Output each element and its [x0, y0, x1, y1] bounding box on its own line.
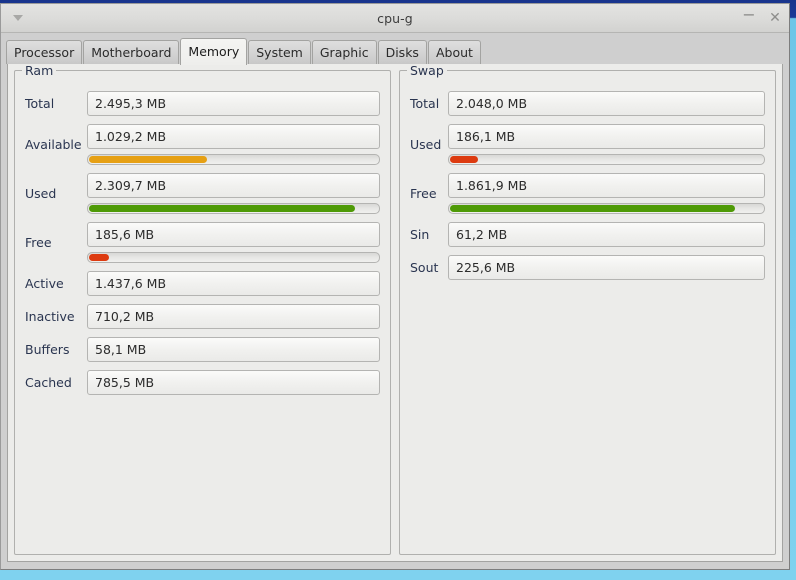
swap-fieldcol-total: 2.048,0 MB — [448, 91, 765, 116]
desktop-background: cpu-g − ✕ Processor Motherboard Memory Syst… — [0, 0, 796, 580]
swap-progressbar-used — [448, 154, 765, 165]
tab-about[interactable]: About — [427, 40, 481, 64]
swap-row-total: Total 2.048,0 MB — [410, 91, 765, 116]
ram-row-cached: Cached 785,5 MB — [25, 370, 380, 395]
swap-groupbox: Swap Total 2.048,0 MB Used 186,1 MB Free 1.86… — [399, 63, 776, 555]
ram-value-cached[interactable]: 785,5 MB — [87, 370, 380, 395]
tab-motherboard[interactable]: Motherboard — [83, 40, 180, 64]
ram-label-available: Available — [25, 137, 82, 152]
swap-row-sout: Sout 225,6 MB — [410, 255, 765, 280]
tab-system[interactable]: System — [248, 40, 311, 64]
swap-value-sout[interactable]: 225,6 MB — [448, 255, 765, 280]
ram-fieldcol-cached: 785,5 MB — [87, 370, 380, 395]
ram-label-buffers: Buffers — [25, 342, 70, 357]
swap-label-free: Free — [410, 186, 437, 201]
progress-fill — [89, 205, 355, 212]
progress-fill — [450, 156, 479, 163]
close-button[interactable]: ✕ — [767, 10, 783, 26]
tab-panel-memory: Ram Total 2.495,3 MB Available 1.029,2 MB Us… — [7, 63, 783, 562]
ram-fieldcol-active: 1.437,6 MB — [87, 271, 380, 296]
window-titlebar: cpu-g − ✕ — [1, 4, 789, 33]
ram-label-used: Used — [25, 186, 57, 201]
ram-value-inactive[interactable]: 710,2 MB — [87, 304, 380, 329]
ram-label-active: Active — [25, 276, 64, 291]
caret-down-icon — [13, 15, 23, 21]
swap-label-sout: Sout — [410, 260, 439, 275]
swap-label-total: Total — [410, 96, 440, 111]
ram-fieldcol-available: 1.029,2 MB — [87, 124, 380, 165]
window-title: cpu-g — [377, 10, 413, 26]
swap-label-sin: Sin — [410, 227, 430, 242]
ram-value-buffers[interactable]: 58,1 MB — [87, 337, 380, 362]
ram-fieldcol-total: 2.495,3 MB — [87, 91, 380, 116]
ram-label-free: Free — [25, 235, 52, 250]
swap-fieldcol-sin: 61,2 MB — [448, 222, 765, 247]
ram-groupbox-legend: Ram — [22, 63, 57, 78]
minimize-button[interactable]: − — [741, 7, 757, 29]
swap-value-used[interactable]: 186,1 MB — [448, 124, 765, 149]
ram-label-total: Total — [25, 96, 55, 111]
tab-processor[interactable]: Processor — [6, 40, 83, 64]
cpu-g-window: cpu-g − ✕ Processor Motherboard Memory Syst… — [0, 3, 790, 570]
tab-bar: Processor Motherboard Memory System Graphic D… — [1, 33, 789, 65]
ram-progressbar-free — [87, 252, 380, 263]
ram-label-cached: Cached — [25, 375, 72, 390]
swap-value-free[interactable]: 1.861,9 MB — [448, 173, 765, 198]
ram-row-inactive: Inactive 710,2 MB — [25, 304, 380, 329]
ram-fieldcol-buffers: 58,1 MB — [87, 337, 380, 362]
swap-fieldcol-used: 186,1 MB — [448, 124, 765, 165]
ram-row-free: Free 185,6 MB — [25, 222, 380, 263]
ram-row-used: Used 2.309,7 MB — [25, 173, 380, 214]
ram-value-active[interactable]: 1.437,6 MB — [87, 271, 380, 296]
swap-row-used: Used 186,1 MB — [410, 124, 765, 165]
progress-fill — [89, 156, 208, 163]
swap-groupbox-legend: Swap — [407, 63, 447, 78]
ram-row-buffers: Buffers 58,1 MB — [25, 337, 380, 362]
ram-value-free[interactable]: 185,6 MB — [87, 222, 380, 247]
swap-fieldcol-free: 1.861,9 MB — [448, 173, 765, 214]
ram-value-total[interactable]: 2.495,3 MB — [87, 91, 380, 116]
progress-fill — [450, 205, 735, 212]
ram-value-available[interactable]: 1.029,2 MB — [87, 124, 380, 149]
ram-label-inactive: Inactive — [25, 309, 75, 324]
swap-row-sin: Sin 61,2 MB — [410, 222, 765, 247]
ram-row-active: Active 1.437,6 MB — [25, 271, 380, 296]
swap-field-list: Total 2.048,0 MB Used 186,1 MB Free 1.861,9 M… — [410, 85, 765, 280]
tab-graphic[interactable]: Graphic — [311, 40, 377, 64]
swap-value-total[interactable]: 2.048,0 MB — [448, 91, 765, 116]
ram-field-list: Total 2.495,3 MB Available 1.029,2 MB Used 2.… — [25, 85, 380, 395]
swap-value-sin[interactable]: 61,2 MB — [448, 222, 765, 247]
ram-progressbar-available — [87, 154, 380, 165]
swap-label-used: Used — [410, 137, 442, 152]
progress-fill — [89, 254, 110, 261]
swap-row-free: Free 1.861,9 MB — [410, 173, 765, 214]
ram-fieldcol-free: 185,6 MB — [87, 222, 380, 263]
tab-memory[interactable]: Memory — [180, 38, 248, 65]
swap-progressbar-free — [448, 203, 765, 214]
tab-disks[interactable]: Disks — [377, 40, 427, 64]
ram-row-available: Available 1.029,2 MB — [25, 124, 380, 165]
ram-fieldcol-inactive: 710,2 MB — [87, 304, 380, 329]
ram-fieldcol-used: 2.309,7 MB — [87, 173, 380, 214]
ram-progressbar-used — [87, 203, 380, 214]
window-menu-button[interactable] — [9, 9, 27, 27]
ram-row-total: Total 2.495,3 MB — [25, 91, 380, 116]
swap-fieldcol-sout: 225,6 MB — [448, 255, 765, 280]
ram-value-used[interactable]: 2.309,7 MB — [87, 173, 380, 198]
ram-groupbox: Ram Total 2.495,3 MB Available 1.029,2 MB Us… — [14, 63, 391, 555]
window-controls: − ✕ — [741, 4, 783, 32]
